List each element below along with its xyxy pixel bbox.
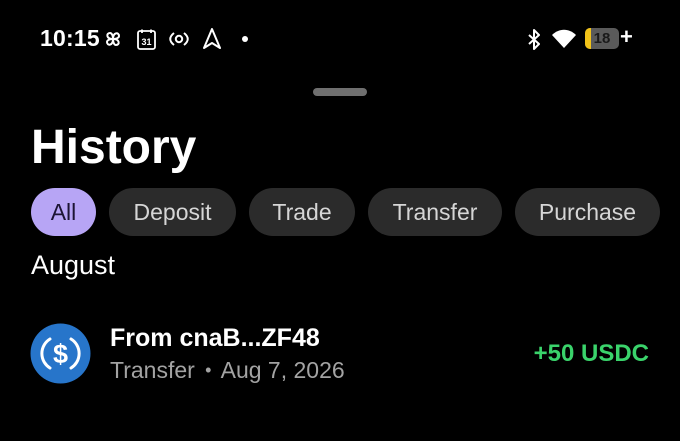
pinwheel-icon [101, 28, 125, 50]
transaction-amount: +50 USDC [533, 340, 649, 367]
transaction-separator: • [205, 360, 212, 380]
filter-chip-all[interactable]: All [31, 188, 96, 236]
section-header-month: August [31, 250, 116, 280]
hotspot-icon [168, 28, 190, 50]
filter-chip-deposit[interactable]: Deposit [109, 188, 236, 236]
status-bar: 10:15 31 18 + [0, 0, 680, 78]
bluetooth-icon [525, 28, 543, 50]
status-time: 10:15 [40, 25, 100, 51]
calendar-icon: 31 [136, 28, 156, 50]
dot-icon [240, 28, 250, 50]
usdc-coin-icon: $ [30, 323, 91, 384]
page-title: History [31, 121, 197, 174]
transaction-date: Aug 7, 2026 [220, 357, 345, 383]
battery-icon: 18 [585, 28, 619, 49]
wifi-icon [551, 28, 577, 50]
transaction-type: Transfer [110, 357, 195, 383]
calendar-day: 31 [141, 37, 151, 47]
filter-chip-purchase[interactable]: Purchase [515, 188, 660, 236]
filter-chip-transfer[interactable]: Transfer [368, 188, 502, 236]
battery-level: 18 [593, 30, 611, 47]
charging-plus-icon: + [620, 24, 633, 49]
svg-text:$: $ [53, 339, 68, 369]
transaction-row[interactable]: $ From cnaB...ZF48 Transfer • Aug 7, 202… [0, 318, 680, 390]
transaction-title: From cnaB...ZF48 [110, 324, 320, 352]
filter-chip-trade[interactable]: Trade [249, 188, 355, 236]
transaction-subtitle: Transfer • Aug 7, 2026 [110, 357, 345, 384]
sheet-drag-handle[interactable] [313, 88, 367, 96]
location-arrow-icon [202, 28, 222, 50]
